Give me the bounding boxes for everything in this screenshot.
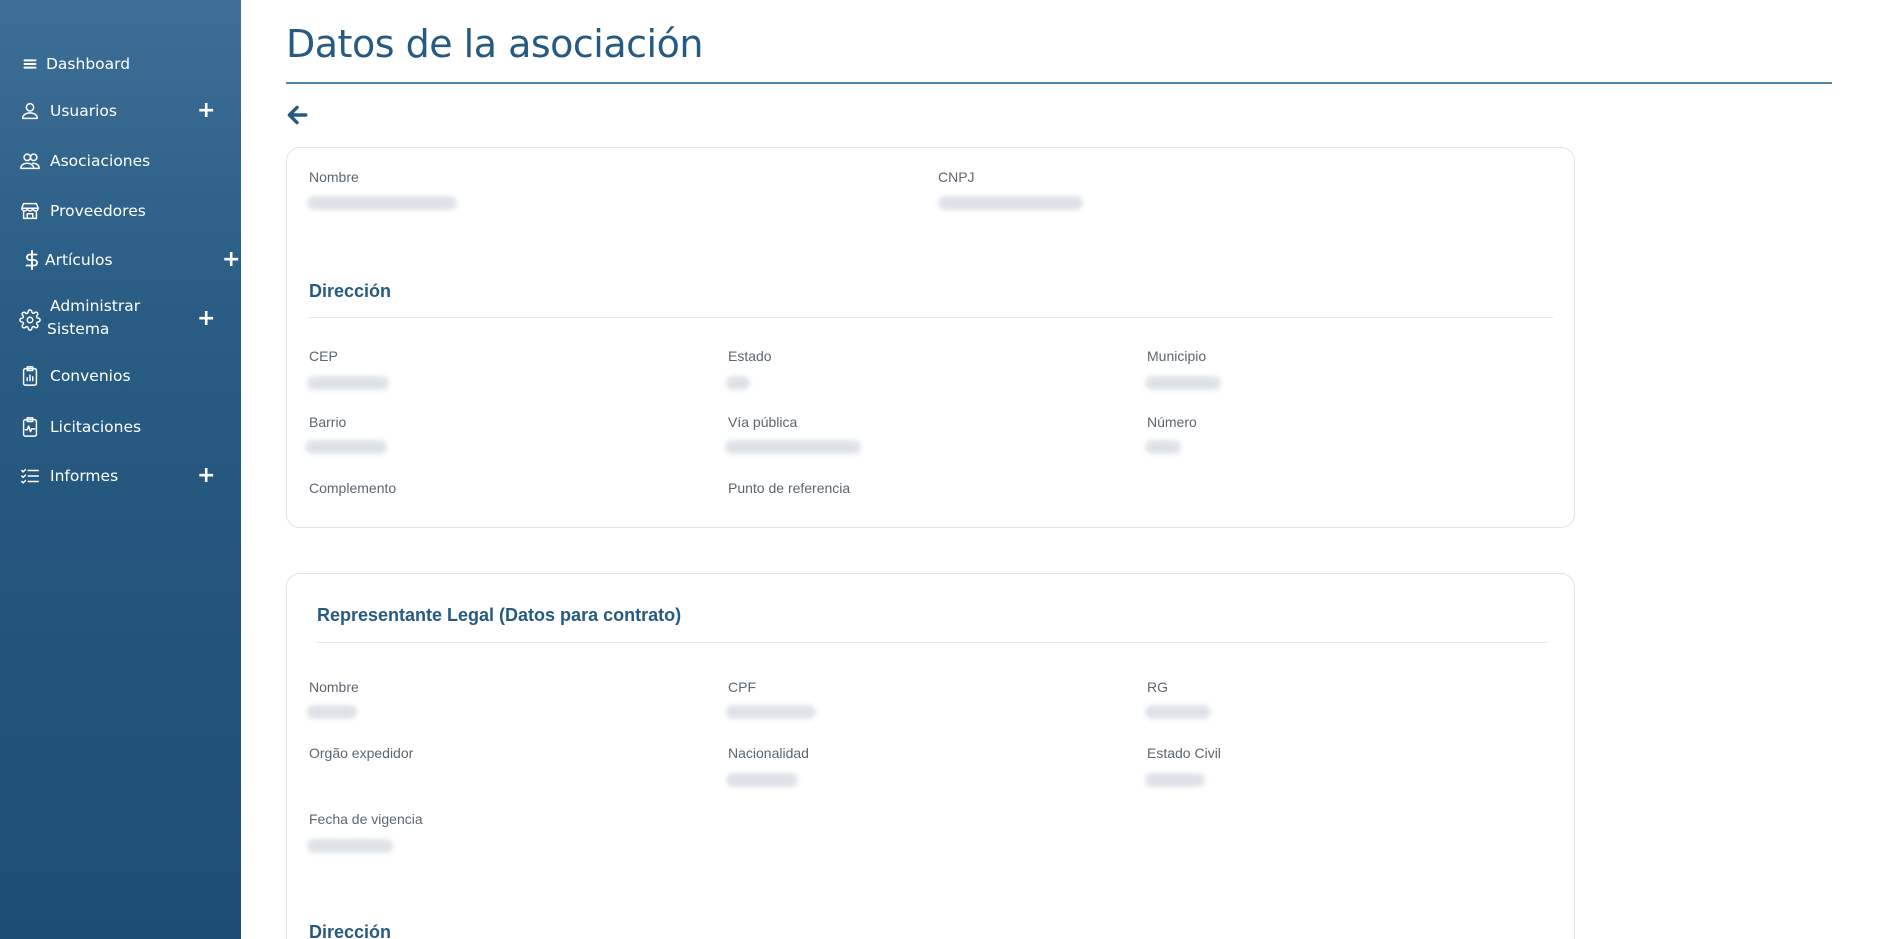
- cpf-label: CPF: [728, 679, 756, 695]
- cep-value-redacted: [307, 376, 389, 390]
- sidebar-item-proveedores[interactable]: Proveedores: [0, 199, 241, 223]
- fecha-vigencia-value-redacted: [307, 839, 393, 853]
- estado-civil-label: Estado Civil: [1147, 745, 1221, 761]
- page-title: Datos de la asociación: [286, 22, 703, 66]
- municipio-value-redacted: [1145, 376, 1221, 390]
- cnpj-value-redacted: [938, 196, 1083, 210]
- representative-divider: [317, 642, 1547, 643]
- menu-icon: [18, 52, 42, 76]
- clipboard-chart-icon: [18, 364, 42, 388]
- sidebar-item-label: Usuarios: [50, 102, 117, 120]
- sidebar-item-informes[interactable]: Informes +: [0, 464, 241, 488]
- sidebar-item-licitaciones[interactable]: Licitaciones: [0, 415, 241, 439]
- sidebar-item-articulos[interactable]: Artículos +: [0, 248, 241, 272]
- sidebar-item-label: Proveedores: [50, 202, 146, 220]
- estado-label: Estado: [728, 348, 772, 364]
- clipboard-pulse-icon: [18, 415, 42, 439]
- via-publica-label: Vía pública: [728, 414, 798, 430]
- fecha-vigencia-label: Fecha de vigencia: [309, 811, 423, 827]
- user-icon: [18, 99, 42, 123]
- sidebar-item-label: Informes: [50, 467, 119, 485]
- sidebar-item-label: Administrar: [50, 297, 141, 315]
- sidebar-item-dashboard[interactable]: Dashboard: [0, 52, 241, 76]
- rep-address-section-title: Dirección: [309, 922, 392, 939]
- complemento-label: Complemento: [309, 480, 397, 496]
- association-card: Nombre CNPJ Dirección CEP Estado Municip…: [286, 147, 1575, 528]
- sidebar-item-administrar-sistema[interactable]: Administrar Sistema +: [0, 297, 241, 343]
- nacionalidad-value-redacted: [726, 773, 798, 787]
- rg-value-redacted: [1145, 705, 1211, 719]
- sidebar-item-usuarios[interactable]: Usuarios +: [0, 99, 241, 123]
- expand-administrar-button[interactable]: +: [197, 308, 215, 330]
- barrio-value-redacted: [305, 440, 387, 454]
- list-check-icon: [18, 464, 42, 488]
- expand-articulos-button[interactable]: +: [222, 249, 240, 271]
- cpf-value-redacted: [726, 705, 816, 719]
- sidebar-item-convenios[interactable]: Convenios: [0, 364, 241, 388]
- numero-label: Número: [1147, 414, 1197, 430]
- store-icon: [18, 199, 42, 223]
- sidebar-item-label-line2: Sistema: [47, 320, 110, 338]
- rep-nombre-value-redacted: [307, 705, 357, 719]
- sidebar-item-label: Licitaciones: [50, 418, 142, 436]
- expand-informes-button[interactable]: +: [197, 465, 215, 487]
- rg-label: RG: [1147, 679, 1168, 695]
- nacionalidad-label: Nacionalidad: [728, 745, 809, 761]
- users-icon: [18, 149, 42, 173]
- estado-value-redacted: [726, 376, 750, 390]
- municipio-label: Municipio: [1147, 348, 1207, 364]
- numero-value-redacted: [1145, 440, 1181, 454]
- nombre-value-redacted: [307, 196, 457, 210]
- sidebar-item-label: Dashboard: [46, 55, 131, 73]
- barrio-label: Barrio: [309, 414, 347, 430]
- sidebar-item-label: Convenios: [50, 367, 131, 385]
- gear-icon: [18, 308, 42, 332]
- estado-civil-value-redacted: [1145, 773, 1205, 787]
- title-divider: [286, 82, 1832, 84]
- organo-expedidor-label: Orgão expedidor: [309, 745, 414, 761]
- address-divider: [309, 317, 1553, 318]
- arrow-left-icon: [287, 105, 308, 125]
- sidebar-item-label: Artículos: [45, 251, 113, 269]
- rep-nombre-label: Nombre: [309, 679, 359, 695]
- cep-label: CEP: [309, 348, 338, 364]
- representative-section-title: Representante Legal (Datos para contrato…: [317, 605, 682, 625]
- via-publica-value-redacted: [725, 440, 861, 454]
- nombre-label: Nombre: [309, 169, 359, 185]
- address-section-title: Dirección: [309, 281, 392, 301]
- cnpj-label: CNPJ: [938, 169, 975, 185]
- sidebar: Dashboard Usuarios + Asociaciones Provee…: [0, 0, 241, 939]
- representative-card: Representante Legal (Datos para contrato…: [286, 573, 1575, 939]
- sidebar-item-label: Asociaciones: [50, 152, 151, 170]
- expand-usuarios-button[interactable]: +: [197, 100, 215, 122]
- sidebar-item-asociaciones[interactable]: Asociaciones: [0, 149, 241, 173]
- dollar-icon: [20, 248, 44, 272]
- punto-referencia-label: Punto de referencia: [728, 480, 851, 496]
- back-button[interactable]: [284, 102, 310, 128]
